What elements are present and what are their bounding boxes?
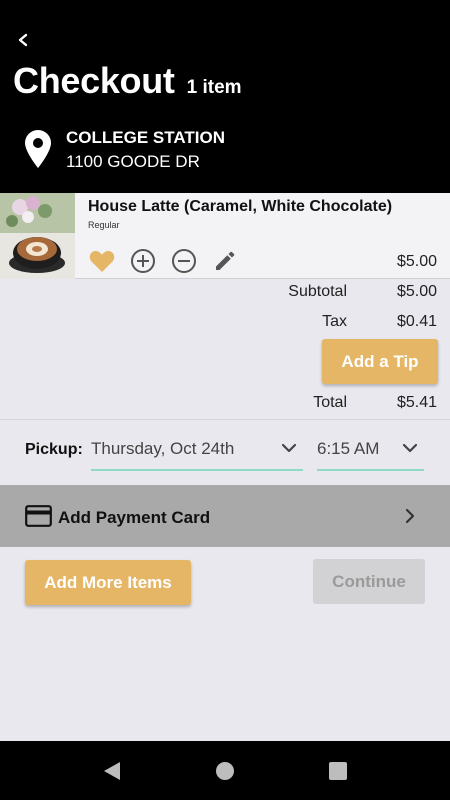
total-label: Total [313, 394, 347, 411]
plus-circle-icon [130, 248, 155, 273]
nav-recents-button[interactable] [326, 759, 350, 783]
continue-button[interactable]: Continue [313, 559, 425, 604]
tax-row: Tax $0.41 [237, 313, 437, 331]
total-row: Total $5.41 [237, 394, 437, 412]
system-nav-bar [0, 741, 450, 800]
subtotal-row: Subtotal $5.00 [237, 283, 437, 301]
store-location[interactable]: COLLEGE STATION 1100 GOODE DR [66, 128, 225, 172]
nav-home-button[interactable] [213, 759, 237, 783]
order-totals: Subtotal $5.00 Tax $0.41 Add a Tip Total… [0, 280, 450, 420]
decrease-quantity-button[interactable] [170, 247, 197, 274]
back-button[interactable] [10, 27, 36, 53]
store-name: COLLEGE STATION [66, 128, 225, 147]
cart-item-row: House Latte (Caramel, White Chocolate) R… [0, 193, 450, 279]
increase-quantity-button[interactable] [129, 247, 156, 274]
item-modifier: Regular [88, 220, 120, 230]
title-row: Checkout 1 item [13, 60, 242, 102]
pencil-icon [215, 251, 234, 270]
pickup-time-value: 6:15 AM [317, 438, 380, 458]
nav-home-icon [216, 762, 234, 780]
nav-back-icon [104, 762, 120, 780]
pickup-label: Pickup: [25, 441, 83, 458]
minus-circle-icon [171, 248, 196, 273]
favorite-button[interactable] [88, 247, 115, 274]
nav-recents-icon [329, 762, 347, 780]
back-arrow-icon [18, 33, 28, 47]
add-tip-button[interactable]: Add a Tip [322, 339, 438, 384]
store-address: 1100 GOODE DR [66, 152, 200, 171]
pickup-time-select[interactable]: 6:15 AM [317, 428, 424, 471]
add-payment-card-row[interactable]: Add Payment Card [0, 485, 450, 547]
item-price: $5.00 [396, 253, 437, 270]
item-photo [0, 193, 75, 279]
subtotal-label: Subtotal [288, 283, 347, 300]
pickup-date-select[interactable]: Thursday, Oct 24th [91, 428, 303, 471]
page-title: Checkout [13, 60, 175, 101]
subtotal-value: $5.00 [396, 283, 437, 300]
tax-label: Tax [322, 313, 347, 330]
credit-card-icon [25, 505, 52, 527]
item-actions [88, 247, 238, 274]
chevron-right-icon [405, 508, 415, 524]
heart-icon [89, 250, 114, 272]
item-count: 1 item [186, 77, 242, 98]
nav-back-button[interactable] [100, 759, 124, 783]
add-more-items-button[interactable]: Add More Items [25, 560, 191, 605]
add-payment-card-label: Add Payment Card [58, 508, 211, 527]
chevron-down-icon [281, 443, 297, 453]
checkout-header: Checkout 1 item COLLEGE STATION 1100 GOO… [0, 0, 450, 193]
item-name: House Latte (Caramel, White Chocolate) [88, 198, 393, 215]
tax-value: $0.41 [396, 313, 437, 330]
pickup-date-value: Thursday, Oct 24th [91, 438, 235, 458]
location-pin-icon [24, 129, 52, 174]
chevron-down-icon [402, 443, 418, 453]
edit-item-button[interactable] [211, 247, 238, 274]
total-value: $5.41 [396, 394, 437, 411]
